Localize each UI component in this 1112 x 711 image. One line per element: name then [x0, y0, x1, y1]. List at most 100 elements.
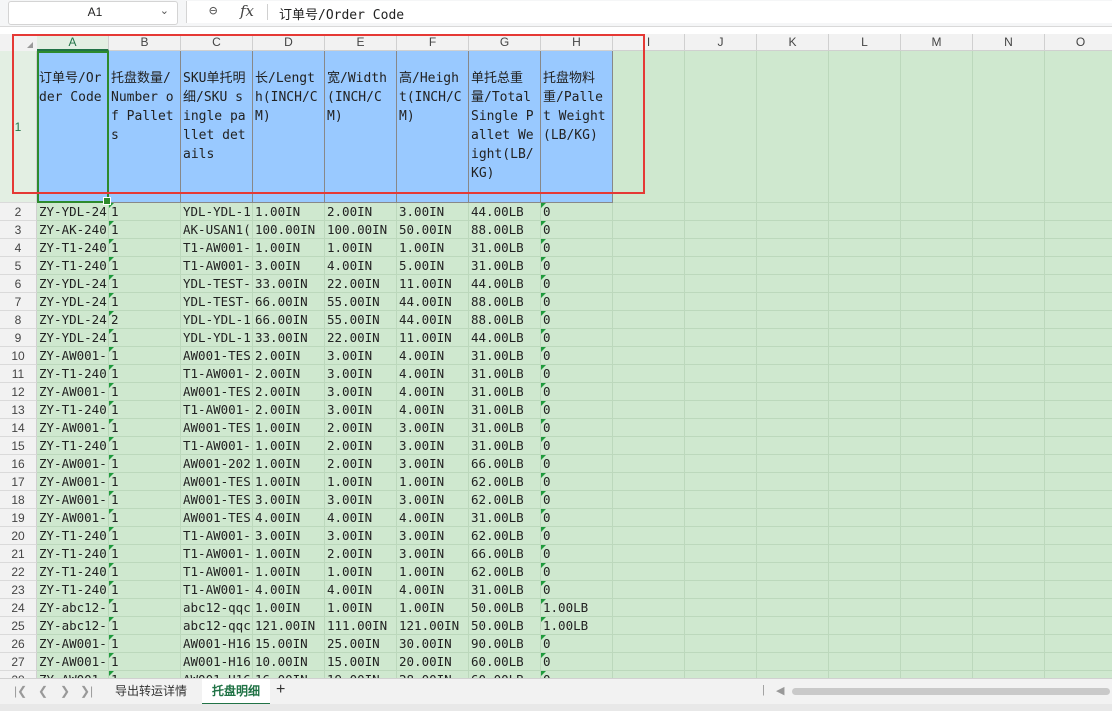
- table-cell[interactable]: 1.00IN: [397, 239, 469, 257]
- empty-cell[interactable]: [613, 275, 685, 293]
- empty-cell[interactable]: [901, 275, 973, 293]
- empty-cell[interactable]: [901, 581, 973, 599]
- empty-cell[interactable]: [1045, 365, 1112, 383]
- empty-cell[interactable]: [973, 455, 1045, 473]
- table-cell[interactable]: 2.00IN: [253, 383, 325, 401]
- empty-cell[interactable]: [973, 509, 1045, 527]
- empty-cell[interactable]: [901, 437, 973, 455]
- row-header[interactable]: 5: [0, 257, 37, 275]
- table-cell[interactable]: ZY-T1-240: [37, 437, 109, 455]
- table-cell[interactable]: AK-USAN1(: [181, 221, 253, 239]
- tab-pallet-details[interactable]: 托盘明细: [202, 679, 271, 705]
- table-cell[interactable]: 1.00IN: [253, 203, 325, 221]
- empty-cell[interactable]: [685, 599, 757, 617]
- table-cell[interactable]: 66.00LB: [469, 455, 541, 473]
- table-cell[interactable]: 1.00LB: [541, 617, 613, 635]
- table-cell[interactable]: 4.00IN: [397, 509, 469, 527]
- table-cell[interactable]: 1: [109, 347, 181, 365]
- table-cell[interactable]: 62.00LB: [469, 563, 541, 581]
- empty-cell[interactable]: [685, 51, 757, 203]
- table-cell[interactable]: 3.00IN: [397, 455, 469, 473]
- row-header[interactable]: 24: [0, 599, 37, 617]
- table-cell[interactable]: 3.00IN: [325, 383, 397, 401]
- empty-cell[interactable]: [757, 563, 829, 581]
- table-cell[interactable]: 1: [109, 563, 181, 581]
- empty-cell[interactable]: [613, 653, 685, 671]
- table-cell[interactable]: 2.00IN: [253, 365, 325, 383]
- row-header[interactable]: 23: [0, 581, 37, 599]
- empty-cell[interactable]: [757, 671, 829, 678]
- empty-cell[interactable]: [1045, 329, 1112, 347]
- empty-cell[interactable]: [829, 275, 901, 293]
- row-header[interactable]: 6: [0, 275, 37, 293]
- empty-cell[interactable]: [685, 239, 757, 257]
- empty-cell[interactable]: [1045, 599, 1112, 617]
- table-cell[interactable]: AW001-TES: [181, 473, 253, 491]
- empty-cell[interactable]: [973, 545, 1045, 563]
- empty-cell[interactable]: [829, 401, 901, 419]
- empty-cell[interactable]: [685, 203, 757, 221]
- prev-sheet-icon[interactable]: ❮: [38, 684, 48, 698]
- table-cell[interactable]: ZY-AW001-: [37, 455, 109, 473]
- empty-cell[interactable]: [757, 491, 829, 509]
- empty-cell[interactable]: [829, 455, 901, 473]
- empty-cell[interactable]: [757, 275, 829, 293]
- table-cell[interactable]: 66.00LB: [469, 545, 541, 563]
- row-header[interactable]: 7: [0, 293, 37, 311]
- empty-cell[interactable]: [901, 617, 973, 635]
- empty-cell[interactable]: [1045, 653, 1112, 671]
- empty-cell[interactable]: [901, 419, 973, 437]
- table-cell[interactable]: ZY-T1-240: [37, 545, 109, 563]
- table-cell[interactable]: 0: [541, 509, 613, 527]
- table-cell[interactable]: 2.00IN: [253, 401, 325, 419]
- empty-cell[interactable]: [613, 599, 685, 617]
- formula-input-area[interactable]: ⊖ fx 订单号/Order Code: [186, 1, 1112, 23]
- empty-cell[interactable]: [973, 563, 1045, 581]
- table-cell[interactable]: 1.00LB: [541, 599, 613, 617]
- row-header[interactable]: 17: [0, 473, 37, 491]
- table-cell[interactable]: 55.00IN: [325, 293, 397, 311]
- empty-cell[interactable]: [1045, 383, 1112, 401]
- empty-cell[interactable]: [1045, 221, 1112, 239]
- table-cell[interactable]: 1.00IN: [253, 563, 325, 581]
- table-cell[interactable]: 1: [109, 419, 181, 437]
- empty-cell[interactable]: [1045, 293, 1112, 311]
- empty-cell[interactable]: [1045, 419, 1112, 437]
- table-cell[interactable]: YDL-TEST-: [181, 293, 253, 311]
- empty-cell[interactable]: [829, 347, 901, 365]
- empty-cell[interactable]: [1045, 581, 1112, 599]
- empty-cell[interactable]: [613, 401, 685, 419]
- table-cell[interactable]: 4.00IN: [397, 401, 469, 419]
- table-cell[interactable]: 2.00IN: [325, 545, 397, 563]
- empty-cell[interactable]: [973, 203, 1045, 221]
- table-cell[interactable]: ZY-T1-240: [37, 581, 109, 599]
- empty-cell[interactable]: [757, 419, 829, 437]
- table-cell[interactable]: 1: [109, 473, 181, 491]
- empty-cell[interactable]: [973, 275, 1045, 293]
- row-header[interactable]: 14: [0, 419, 37, 437]
- empty-cell[interactable]: [1045, 671, 1112, 678]
- row-header[interactable]: 27: [0, 653, 37, 671]
- empty-cell[interactable]: [829, 329, 901, 347]
- table-cell[interactable]: 0: [541, 383, 613, 401]
- empty-cell[interactable]: [901, 527, 973, 545]
- empty-cell[interactable]: [757, 509, 829, 527]
- first-sheet-icon[interactable]: |❮: [14, 684, 27, 698]
- empty-cell[interactable]: [901, 221, 973, 239]
- empty-cell[interactable]: [1045, 51, 1112, 203]
- table-cell[interactable]: 3.00IN: [397, 419, 469, 437]
- table-cell[interactable]: T1-AW001-: [181, 401, 253, 419]
- row-header[interactable]: 10: [0, 347, 37, 365]
- empty-cell[interactable]: [613, 329, 685, 347]
- table-cell[interactable]: 1: [109, 203, 181, 221]
- table-cell[interactable]: 1: [109, 581, 181, 599]
- table-cell[interactable]: 1.00IN: [397, 563, 469, 581]
- row-header[interactable]: 4: [0, 239, 37, 257]
- zoom-out-icon[interactable]: ⊖: [209, 3, 217, 19]
- table-cell[interactable]: 0: [541, 437, 613, 455]
- empty-cell[interactable]: [901, 311, 973, 329]
- table-cell[interactable]: 0: [541, 545, 613, 563]
- table-cell[interactable]: 62.00LB: [469, 491, 541, 509]
- table-cell[interactable]: 31.00LB: [469, 509, 541, 527]
- table-cell[interactable]: 1: [109, 509, 181, 527]
